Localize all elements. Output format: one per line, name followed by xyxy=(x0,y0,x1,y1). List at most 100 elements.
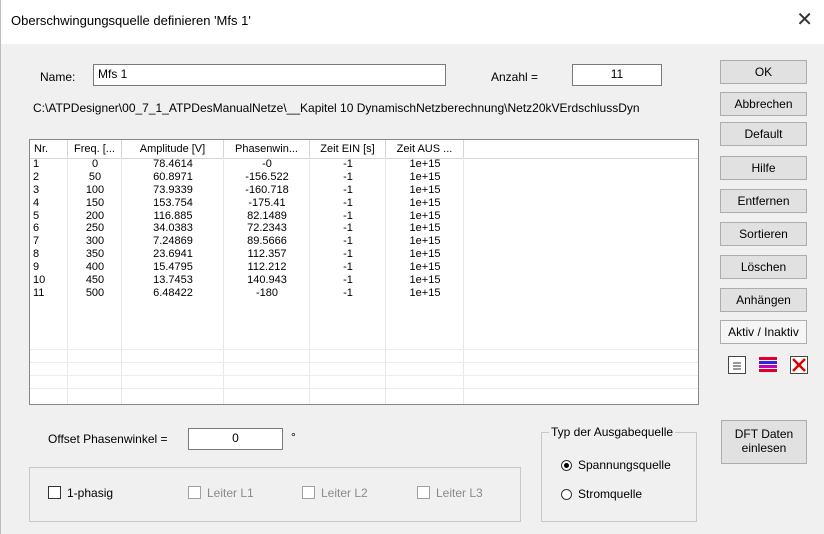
table-cell: 300 xyxy=(85,235,105,248)
table-cell: 100 xyxy=(85,183,105,196)
output-type-title: Typ der Ausgabequelle xyxy=(549,425,676,439)
count-input[interactable]: 11 xyxy=(572,64,662,86)
table-cell: 34.0383 xyxy=(153,222,193,235)
table-cell: 3 xyxy=(33,183,40,196)
conductor-l3-checkbox[interactable]: Leiter L3 xyxy=(417,486,483,500)
table-cell: -1 xyxy=(343,170,353,183)
table-cell: 200 xyxy=(85,209,105,222)
table-cell: 2 xyxy=(33,170,40,183)
remove-button[interactable]: Entfernen xyxy=(720,189,807,213)
table-cell: 1e+15 xyxy=(409,274,441,287)
table-row[interactable]: 1 0 78.4614 -0 -1 1e+15 xyxy=(30,158,698,171)
table-cell: 1e+15 xyxy=(409,158,441,170)
table-cell: 78.4614 xyxy=(153,158,193,170)
table-cell: 350 xyxy=(85,248,105,261)
col-header-nr[interactable]: Nr. xyxy=(30,140,68,158)
table-cell: 1 xyxy=(33,158,40,170)
table-row[interactable]: 6 250 34.0383 72.2343 -1 1e+15 xyxy=(30,222,698,235)
table-row[interactable]: 8 350 23.6941 112.357 -1 1e+15 xyxy=(30,248,698,261)
checkbox-box xyxy=(302,486,315,499)
table-cell: 6.48422 xyxy=(153,286,193,299)
table-cell: -1 xyxy=(343,222,353,235)
table-cell: 73.9339 xyxy=(153,183,193,196)
default-button[interactable]: Default xyxy=(720,122,807,146)
table-cell: 9 xyxy=(33,261,40,274)
help-button[interactable]: Hilfe xyxy=(720,156,807,180)
dft-read-button[interactable]: DFT Daten einlesen xyxy=(721,420,807,464)
table-cell: 60.8971 xyxy=(153,170,193,183)
ok-button[interactable]: OK xyxy=(720,60,807,84)
conductor-l1-checkbox[interactable]: Leiter L1 xyxy=(188,486,254,500)
table-cell: 1e+15 xyxy=(409,196,441,209)
col-header-phase[interactable]: Phasenwin... xyxy=(224,140,310,158)
table-cell: 1e+15 xyxy=(409,222,441,235)
table-cell: 82.1489 xyxy=(247,209,287,222)
conductor-l2-label: Leiter L2 xyxy=(321,486,368,500)
radio-circle xyxy=(561,460,572,471)
single-phase-checkbox[interactable]: 1-phasig xyxy=(48,486,113,500)
toggle-active-button[interactable]: Aktiv / Inaktiv xyxy=(720,320,807,344)
table-cell: 11 xyxy=(33,286,45,299)
delete-button[interactable]: Löschen xyxy=(720,255,807,279)
checkbox-box xyxy=(417,486,430,499)
offset-input[interactable]: 0 xyxy=(188,428,283,450)
table-row[interactable]: 11 500 6.48422 -180 -1 1e+15 xyxy=(30,287,698,300)
close-icon[interactable]: ✕ xyxy=(796,8,813,32)
dft-label-line1: DFT Daten xyxy=(734,427,794,441)
table-cell: 450 xyxy=(85,274,105,287)
append-button[interactable]: Anhängen xyxy=(720,288,807,312)
table-cell: -1 xyxy=(343,235,353,248)
delete-x-icon[interactable] xyxy=(790,356,808,374)
table-cell: 112.212 xyxy=(247,261,287,274)
list-icon[interactable] xyxy=(728,356,746,374)
table-cell: 5 xyxy=(33,209,40,222)
output-type-group xyxy=(541,432,697,522)
title-bar: Oberschwingungsquelle definieren 'Mfs 1'… xyxy=(1,0,824,44)
single-phase-label: 1-phasig xyxy=(67,486,114,500)
table-row[interactable]: 7 300 7.24869 89.5666 -1 1e+15 xyxy=(30,235,698,248)
checkbox-box xyxy=(188,486,201,499)
table-cell: -1 xyxy=(343,248,353,261)
radio-circle xyxy=(561,489,572,500)
table-row[interactable]: 4 150 153.754 -175.41 -1 1e+15 xyxy=(30,197,698,210)
table-cell: 8 xyxy=(33,248,40,261)
name-input[interactable]: Mfs 1 xyxy=(93,64,446,86)
table-cell: 1e+15 xyxy=(409,286,441,299)
table-cell: -1 xyxy=(343,196,353,209)
table-cell: 4 xyxy=(33,196,40,209)
table-cell: -1 xyxy=(343,261,353,274)
col-header-time-off[interactable]: Zeit AUS ... xyxy=(386,140,464,158)
current-source-label: Stromquelle xyxy=(578,487,643,501)
table-row[interactable]: 5 200 116.885 82.1489 -1 1e+15 xyxy=(30,210,698,223)
conductor-l2-checkbox[interactable]: Leiter L2 xyxy=(302,486,368,500)
table-cell: -1 xyxy=(343,274,353,287)
table-row[interactable]: 3 100 73.9339 -160.718 -1 1e+15 xyxy=(30,184,698,197)
table-row[interactable]: 2 50 60.8971 -156.522 -1 1e+15 xyxy=(30,171,698,184)
dft-label-line2: einlesen xyxy=(741,441,787,455)
table-cell: 116.885 xyxy=(153,209,193,222)
col-header-freq[interactable]: Freq. [... xyxy=(68,140,122,158)
table-cell: 153.754 xyxy=(153,196,193,209)
dialog-window: Oberschwingungsquelle definieren 'Mfs 1'… xyxy=(0,0,824,534)
table-row[interactable]: 9 400 15.4795 112.212 -1 1e+15 xyxy=(30,261,698,274)
table-cell: 250 xyxy=(85,222,105,235)
current-source-radio[interactable]: Stromquelle xyxy=(561,487,642,501)
table-cell: 150 xyxy=(85,196,105,209)
col-header-time-on[interactable]: Zeit EIN [s] xyxy=(310,140,386,158)
table-cell: -1 xyxy=(343,183,353,196)
cancel-button[interactable]: Abbrechen xyxy=(720,92,807,116)
voltage-source-radio[interactable]: Spannungsquelle xyxy=(561,458,671,472)
table-cell: 500 xyxy=(85,286,105,299)
table-cell: -1 xyxy=(343,286,353,299)
harmonics-table[interactable]: Nr. Freq. [... Amplitude [V] Phasenwin..… xyxy=(29,139,699,405)
table-cell: 1e+15 xyxy=(409,209,441,222)
color-bars-icon[interactable] xyxy=(759,356,777,374)
col-header-amplitude[interactable]: Amplitude [V] xyxy=(122,140,224,158)
table-cell: 7.24869 xyxy=(153,235,193,248)
window-title: Oberschwingungsquelle definieren 'Mfs 1' xyxy=(11,13,251,28)
table-cell: 6 xyxy=(33,222,40,235)
sort-button[interactable]: Sortieren xyxy=(720,222,807,246)
table-cell: 400 xyxy=(85,261,105,274)
table-cell: 140.943 xyxy=(247,274,287,287)
table-row[interactable]: 10 450 13.7453 140.943 -1 1e+15 xyxy=(30,274,698,287)
